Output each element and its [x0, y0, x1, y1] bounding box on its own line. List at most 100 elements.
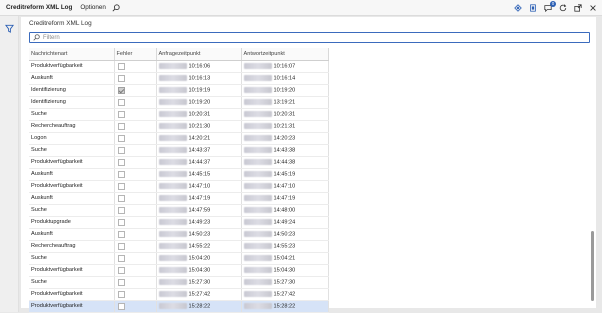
cell-antwortzeitpunkt: 14:44:38	[241, 156, 329, 169]
cell-fehler	[114, 216, 157, 229]
close-icon[interactable]	[588, 4, 597, 13]
time-value: 14:45:15	[188, 171, 211, 178]
error-checkbox[interactable]	[117, 110, 125, 118]
redacted-date	[243, 86, 272, 93]
table-row[interactable]: Auskunft 14:50:23 14:50:23	[29, 228, 329, 241]
table-row[interactable]: Produktverfügbarkeit 14:47:10 14:47:10	[29, 180, 329, 193]
notification-badge: 0	[550, 0, 556, 7]
redacted-date	[158, 182, 187, 189]
cell-fehler	[114, 300, 157, 313]
menu-options[interactable]: Optionen	[80, 4, 106, 11]
time-value: 15:27:30	[273, 279, 296, 286]
redacted-date	[158, 206, 187, 213]
table-row[interactable]: Suche 14:43:37 14:43:38	[29, 144, 329, 157]
error-checkbox[interactable]	[117, 290, 125, 298]
error-checkbox[interactable]	[117, 230, 125, 238]
cell-anfragezeitpunkt: 15:27:42	[156, 288, 242, 301]
time-value: 10:21:30	[188, 123, 211, 130]
redacted-date	[158, 86, 187, 93]
error-checkbox[interactable]	[117, 98, 125, 106]
cell-nachrichtenart: Produktverfügbarkeit	[29, 180, 115, 193]
error-checkbox[interactable]	[117, 122, 125, 130]
time-value: 14:55:22	[188, 243, 211, 250]
table-row[interactable]: Suche 10:20:31 10:20:31	[29, 108, 329, 121]
time-value: 15:27:42	[188, 291, 211, 298]
error-checkbox[interactable]	[117, 206, 125, 214]
vertical-scrollbar[interactable]	[591, 231, 594, 301]
cell-anfragezeitpunkt: 14:47:19	[156, 192, 242, 205]
cell-antwortzeitpunkt: 10:16:14	[241, 72, 329, 85]
table-row[interactable]: Produktverfügbarkeit 15:27:42 15:27:42	[29, 288, 329, 301]
error-checkbox[interactable]	[117, 302, 125, 310]
cell-fehler	[114, 84, 157, 97]
redacted-date	[243, 194, 272, 201]
table-row[interactable]: Rechercheauftrag 10:21:30 10:21:31	[29, 120, 329, 133]
table-row[interactable]: Produktupgrade 14:49:23 14:49:24	[29, 216, 329, 229]
error-checkbox[interactable]	[117, 146, 125, 154]
cell-anfragezeitpunkt: 14:47:10	[156, 180, 242, 193]
error-checkbox[interactable]	[117, 242, 125, 250]
redacted-date	[243, 122, 272, 129]
notifications-icon[interactable]: 0	[543, 0, 556, 13]
search-icon[interactable]	[112, 3, 121, 12]
error-checkbox[interactable]	[117, 266, 125, 274]
time-value: 10:20:31	[273, 111, 296, 118]
error-checkbox[interactable]	[117, 182, 125, 190]
table-row[interactable]: Produktverfügbarkeit 15:28:22 15:28:22	[29, 300, 329, 313]
time-value: 14:47:10	[273, 183, 296, 190]
cell-fehler	[114, 180, 157, 193]
table-row[interactable]: Auskunft 10:16:13 10:16:14	[29, 72, 329, 85]
filter-input[interactable]: Filtern	[29, 32, 590, 43]
filter-icon[interactable]	[5, 20, 14, 33]
error-checkbox[interactable]	[117, 218, 125, 226]
cell-antwortzeitpunkt: 14:50:23	[241, 228, 329, 241]
table-row[interactable]: Suche 14:47:59 14:48:00	[29, 204, 329, 217]
cell-fehler	[114, 228, 157, 241]
redacted-date	[243, 302, 272, 309]
table-row[interactable]: Produktverfügbarkeit 14:44:37 14:44:38	[29, 156, 329, 169]
table-row[interactable]: Logon 14:20:21 14:20:23	[29, 132, 329, 145]
cell-anfragezeitpunkt: 14:45:15	[156, 168, 242, 181]
cell-anfragezeitpunkt: 15:27:30	[156, 276, 242, 289]
error-checkbox[interactable]	[117, 254, 125, 262]
error-checkbox[interactable]	[117, 158, 125, 166]
redacted-date	[243, 182, 272, 189]
error-checkbox[interactable]	[117, 86, 125, 94]
column-header-anfragezeitpunkt[interactable]: Anfragezeitpunkt	[156, 48, 242, 61]
time-value: 15:04:30	[273, 267, 296, 274]
cell-nachrichtenart: Suche	[29, 144, 115, 157]
office-icon[interactable]	[528, 4, 537, 13]
table-row[interactable]: Auskunft 14:47:19 14:47:19	[29, 192, 329, 205]
table-row[interactable]: Identifizierung 10:19:20 13:19:21	[29, 96, 329, 109]
table-row[interactable]: Identifizierung 10:19:19 10:19:20	[29, 84, 329, 97]
table-row[interactable]: Suche 15:04:20 15:04:21	[29, 252, 329, 265]
refresh-icon[interactable]	[558, 4, 567, 13]
table-row[interactable]: Auskunft 14:45:15 14:45:19	[29, 168, 329, 181]
time-value: 10:21:31	[273, 123, 296, 130]
column-header-nachrichtenart[interactable]: Nachrichtenart	[29, 48, 115, 61]
table-row[interactable]: Produktverfügbarkeit 10:16:06 10:16:07	[29, 60, 329, 73]
error-checkbox[interactable]	[117, 74, 125, 82]
cell-nachrichtenart: Produktupgrade	[29, 216, 115, 229]
table-row[interactable]: Rechercheauftrag 14:55:22 14:55:23	[29, 240, 329, 253]
redacted-date	[158, 302, 187, 309]
redacted-date	[158, 194, 187, 201]
redacted-date	[243, 242, 272, 249]
cell-antwortzeitpunkt: 14:43:38	[241, 144, 329, 157]
cell-antwortzeitpunkt: 15:28:22	[241, 300, 329, 313]
table-row[interactable]: Produktverfügbarkeit 15:04:30 15:04:30	[29, 264, 329, 277]
time-value: 10:16:13	[188, 75, 211, 82]
error-checkbox[interactable]	[117, 62, 125, 70]
open-new-window-icon[interactable]	[573, 4, 582, 13]
redacted-date	[243, 62, 272, 69]
error-checkbox[interactable]	[117, 134, 125, 142]
cell-nachrichtenart: Produktverfügbarkeit	[29, 60, 115, 73]
time-value: 14:47:10	[188, 183, 211, 190]
error-checkbox[interactable]	[117, 170, 125, 178]
diamond-icon[interactable]	[513, 4, 522, 13]
error-checkbox[interactable]	[117, 278, 125, 286]
column-header-antwortzeitpunkt[interactable]: Antwortzeitpunkt	[241, 48, 329, 61]
column-header-fehler[interactable]: Fehler	[114, 48, 157, 61]
error-checkbox[interactable]	[117, 194, 125, 202]
table-row[interactable]: Suche 15:27:30 15:27:30	[29, 276, 329, 289]
